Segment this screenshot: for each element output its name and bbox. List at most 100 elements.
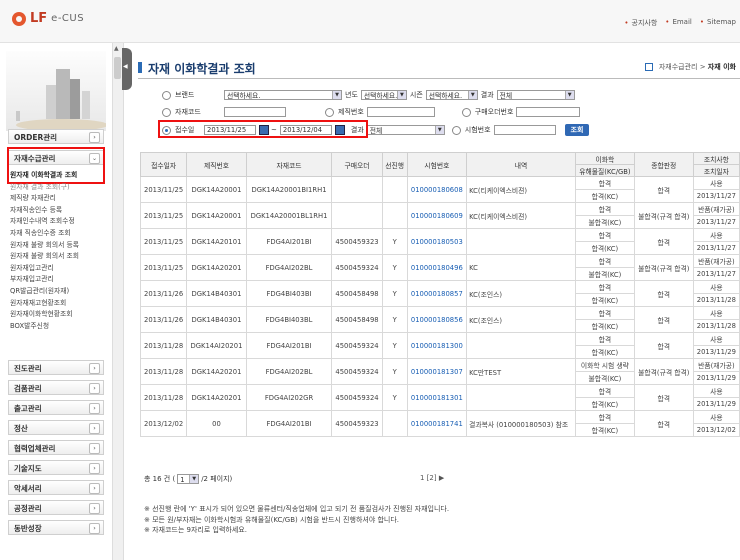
material-code-input[interactable]: [224, 107, 286, 117]
cell-action: 반품(재가공): [692, 358, 740, 372]
note-line: ※ 선진행 란에 'Y' 표시가 되어 있으면 물류센터/직송업체에 입고 되기…: [144, 505, 450, 513]
submenu-item[interactable]: 원자재 불량 회의서 등록: [10, 239, 106, 251]
table-row[interactable]: 2013/11/28 DGK14AI20201 FDG4AI201BI 4500459…: [139, 332, 740, 359]
year-select-value: 선택하세요.: [363, 92, 398, 100]
cell-po: 4500459324: [331, 254, 383, 281]
submenu-item[interactable]: BOX발주신청: [10, 320, 106, 332]
table-row[interactable]: 2013/11/25 DGK14A20001 DGK14A20001BL1RH1 01…: [139, 202, 740, 229]
scroll-thumb[interactable]: [114, 57, 121, 79]
menu-order-management[interactable]: ORDER관리 ›: [8, 129, 104, 144]
brand-label: 브랜드: [175, 91, 195, 99]
page-select[interactable]: 1 ▼: [177, 474, 200, 484]
sidebar-collapse-button[interactable]: [122, 48, 132, 90]
cell-overall: 불합격(규격 합격): [633, 254, 694, 281]
submenu-item[interactable]: 원자재 불량 회의서 조회: [10, 250, 106, 262]
cell-action-date: 2013/11/29: [692, 397, 740, 411]
email-link[interactable]: Email: [665, 18, 691, 28]
po-no-input[interactable]: [516, 107, 581, 117]
cell-test-no[interactable]: 010000180857: [406, 280, 468, 307]
page-title: 자재 이화학결과 조회: [138, 62, 256, 76]
pagination[interactable]: 1 [2] ▶: [420, 474, 444, 482]
submenu-item[interactable]: QR발급관리(원자재): [10, 285, 106, 297]
header-receipt-date: 접수일자: [139, 152, 188, 177]
breadcrumb-parent[interactable]: 자재수급관리: [659, 63, 698, 71]
table-row[interactable]: 2013/11/28 DGK14A20201 FDG4AI202GR 45004593…: [139, 384, 740, 411]
menu-partner[interactable]: 협력업체관리 ›: [8, 440, 104, 455]
product-no-input[interactable]: [366, 107, 435, 117]
cell-test-no[interactable]: 010000180609: [406, 202, 468, 229]
cell-chem-result: 합격: [574, 280, 635, 294]
menu-tech-guide[interactable]: 기술지도 ›: [8, 460, 104, 475]
chevron-right-icon: ›: [89, 463, 100, 474]
table-row[interactable]: 2013/12/02 00 FDG4AI201BI 4500459323 0100001…: [139, 410, 740, 437]
po-no-radio[interactable]: [461, 107, 471, 117]
result-select[interactable]: 전체 ▼: [496, 90, 575, 100]
table-row[interactable]: 2013/11/25 DGK14A20001 DGK14A20001BI1RH1 01…: [139, 176, 740, 203]
lf-logo[interactable]: LF e-CUS: [12, 11, 84, 26]
cell-test-no[interactable]: 010000180608: [406, 176, 468, 203]
menu-settlement[interactable]: 정산 ›: [8, 420, 104, 435]
menu-shared-growth[interactable]: 동반성장 ›: [8, 520, 104, 535]
year-select[interactable]: 선택하세요. ▼: [360, 90, 407, 100]
table-row[interactable]: 2013/11/25 DGK14A20201 FDG4AI202BL 45004593…: [139, 254, 740, 281]
sidebar-scrollbar[interactable]: ▲: [112, 43, 124, 560]
cell-test-no[interactable]: 010000180856: [406, 306, 468, 333]
submenu-item[interactable]: 제직량 자재관리: [10, 192, 106, 204]
submenu-item[interactable]: 원자재 결과 조회(구): [10, 181, 106, 193]
season-label: 시즌: [409, 91, 423, 99]
season-select[interactable]: 선택하세요. ▼: [425, 90, 478, 100]
table-row[interactable]: 2013/11/26 DGK14B40301 FDG4BI403BL 45004584…: [139, 306, 740, 333]
search-button[interactable]: 조회: [564, 124, 590, 136]
menu-process[interactable]: 공정관리 ›: [8, 500, 104, 515]
cell-content: KC만TEST: [466, 358, 576, 385]
test-no-input[interactable]: [493, 125, 556, 135]
sidebar: ORDER관리 › 자재수급관리 ⌄ 원자재 이화학결과 조회 원자재 결과 조…: [0, 43, 108, 560]
cell-test-no[interactable]: 010000181301: [406, 384, 468, 411]
test-no-radio[interactable]: [451, 125, 461, 135]
menu-inspection[interactable]: 검품관리 ›: [8, 380, 104, 395]
test-no-label: 시험번호: [464, 126, 491, 134]
sitemap-link[interactable]: Sitemap: [700, 18, 736, 28]
notice-link[interactable]: 공지사항: [624, 18, 658, 28]
menu-accessory[interactable]: 악세서리 ›: [8, 480, 104, 495]
cell-receipt-date: 2013/11/25: [139, 176, 188, 203]
cell-po: 4500459323: [331, 410, 383, 437]
cell-test-no[interactable]: 010000181300: [406, 332, 468, 359]
cell-test-no[interactable]: 010000180496: [406, 254, 468, 281]
brand-radio[interactable]: [162, 90, 171, 100]
cell-material-code: FDG4BI403BI: [245, 280, 333, 307]
table-row[interactable]: 2013/11/25 DGK14A20101 FDG4AI201BI 45004593…: [139, 228, 740, 255]
cell-pre-ship: [381, 202, 408, 229]
cell-po: 4500459324: [331, 332, 383, 359]
submenu-item[interactable]: 원자재이화학현황조회: [10, 308, 106, 320]
submenu-item-active[interactable]: 원자재 이화학결과 조회: [10, 169, 106, 181]
brand-select[interactable]: 선택하세요. ▼: [224, 90, 342, 100]
menu-shipping[interactable]: 출고관리 ›: [8, 400, 104, 415]
submenu-item[interactable]: 자재직송인수 등록: [10, 204, 106, 216]
submenu-item[interactable]: 원자재입고관리: [10, 262, 106, 274]
cell-test-no[interactable]: 010000181741: [406, 410, 468, 437]
submenu-item[interactable]: 부자재입고관리: [10, 273, 106, 285]
menu-progress[interactable]: 진도관리 ›: [8, 360, 104, 375]
cell-hazard-result: 불합격(KC): [574, 215, 635, 229]
cell-action-date: 2013/11/27: [692, 189, 740, 203]
cell-overall: 합격: [633, 280, 694, 307]
chevron-right-icon: ›: [89, 523, 100, 534]
cell-pre-ship: Y: [381, 358, 408, 385]
table-row[interactable]: 2013/11/26 DGK14B40301 FDG4BI403BI 45004584…: [139, 280, 740, 307]
cell-po: [331, 202, 383, 229]
result2-select[interactable]: 전체 ▼: [366, 125, 445, 135]
total-suffix: /2 페이지): [201, 475, 233, 483]
cell-test-no[interactable]: 010000181307: [406, 358, 468, 385]
submenu-item[interactable]: 자재 직송인수증 조회: [10, 227, 106, 239]
cell-hazard-result: 합격(KC): [574, 241, 635, 255]
table-row[interactable]: 2013/11/28 DGK14A20201 FDG4AI202BL 45004593…: [139, 358, 740, 385]
submenu-item[interactable]: 자재인수내역 조회수정: [10, 215, 106, 227]
submenu-item[interactable]: 원자재재고현황조회: [10, 297, 106, 309]
product-no-radio[interactable]: [325, 107, 334, 117]
home-icon[interactable]: [644, 63, 653, 71]
material-code-radio[interactable]: [162, 107, 171, 117]
search-panel: 브랜드 선택하세요. ▼ 년도 선택하세요. ▼ 시즌 선택하세요. ▼ 결과 전체 ▼…: [138, 84, 740, 142]
cell-test-no[interactable]: 010000180503: [406, 228, 468, 255]
scroll-up-icon[interactable]: ▲: [114, 45, 119, 52]
